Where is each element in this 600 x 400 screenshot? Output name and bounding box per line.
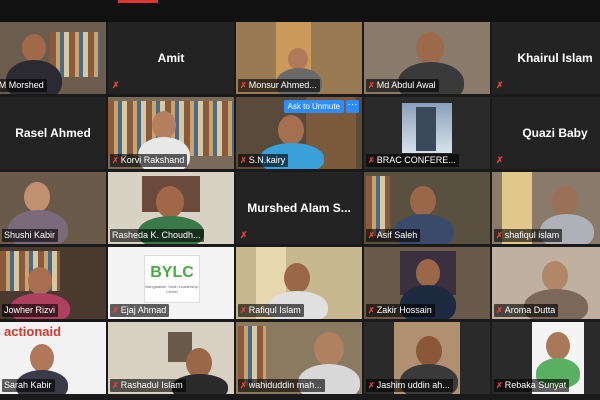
participant-tile[interactable]: Jowher Rizvi [0,247,106,319]
participant-tile[interactable]: ✗AM Morshed [0,22,106,94]
muted-mic-icon: ✗ [368,306,375,315]
participant-name-label: ✗ Korvi Rakshand [110,154,188,167]
participant-tile[interactable]: Quazi Baby ✗ [492,97,600,169]
participant-tile[interactable]: Amit ✗ [108,22,234,94]
participant-name-label: Jowher Rizvi [2,304,59,317]
participant-tile[interactable]: ✗ Zakir Hossain [364,247,490,319]
participant-name-label: ✗ Asif Saleh [366,229,421,242]
participant-name-label: ✗ Zakir Hossain [366,304,435,317]
more-options-button[interactable]: ··· [346,100,359,113]
participant-tile[interactable]: ✗ Rashadul Islam [108,322,234,394]
participant-name-label: Rasheda K. Choudh... [110,229,204,242]
muted-mic-icon: ✗ [240,156,247,165]
muted-mic-icon: ✗ [496,231,503,240]
participant-tile[interactable]: BYLC Bangladesh Youth Leadership Center … [108,247,234,319]
participant-name-label: ✗ wahiduddin mah... [238,379,325,392]
participant-name-label: ✗AM Morshed [0,79,47,92]
participant-tile[interactable]: Rasel Ahmed [0,97,106,169]
participant-tile[interactable]: ✗ BRAC CONFERE... [364,97,490,169]
ask-to-unmute-button[interactable]: Ask to Unmute [283,100,344,113]
muted-mic-icon: ✗ [112,156,119,165]
participant-name: Rasel Ahmed [15,126,91,140]
participant-tile[interactable]: Khairul Islam ✗ [492,22,600,94]
muted-mic-icon: ✗ [112,80,120,90]
muted-mic-icon: ✗ [496,80,504,90]
actionaid-logo: actionaid [4,324,62,339]
muted-mic-icon: ✗ [496,155,504,165]
participant-name-label: ✗ Rashadul Islam [110,379,186,392]
participant-tile[interactable]: ✗ shafiqul islam [492,172,600,244]
top-strip [0,0,600,22]
participant-name-label: ✗ Ejaj Ahmad [110,304,170,317]
participant-name-label: ✗ Rebaka Sunyat [494,379,570,392]
participant-tile[interactable]: Ask to Unmute ··· ✗ S.N.kairy [236,97,362,169]
participant-tile[interactable]: ✗ Md Abdul Awal [364,22,490,94]
muted-mic-icon: ✗ [240,230,248,240]
participant-name-label: ✗ Monsur Ahmed... [238,79,320,92]
participant-name-label: ✗ Md Abdul Awal [366,79,439,92]
participant-tile[interactable]: actionaid Sarah Kabir [0,322,106,394]
top-indicator [118,0,158,3]
gallery-grid: ✗AM Morshed Amit ✗ ✗Monsur Ahmed... ✗Md … [0,22,600,400]
participant-name-label: ✗ shafiqul islam [494,229,563,242]
muted-mic-icon: ✗ [368,231,375,240]
participant-name-label: ✗ BRAC CONFERE... [366,154,459,167]
muted-mic-icon: ✗ [240,381,247,390]
participant-name-label: ✗ S.N.kairy [238,154,289,167]
participant-tile[interactable]: Murshed Alam S... ✗ [236,172,362,244]
muted-mic-icon: ✗ [240,306,247,315]
participant-name-label: Shushi Kabir [2,229,59,242]
participant-tile[interactable]: Shushi Kabir [0,172,106,244]
muted-mic-icon: ✗ [368,81,375,90]
participant-name-label: ✗ Aroma Dutta [494,304,559,317]
muted-mic-icon: ✗ [112,306,119,315]
participant-tile[interactable]: ✗ Rebaka Sunyat [492,322,600,394]
participant-name-label: Sarah Kabir [2,379,55,392]
participant-tile[interactable]: ✗ Rafiqul Islam [236,247,362,319]
participant-tile[interactable]: ✗ Korvi Rakshand [108,97,234,169]
muted-mic-icon: ✗ [368,156,375,165]
participant-tile[interactable]: ✗ Asif Saleh [364,172,490,244]
participant-name-label: ✗ Rafiqul Islam [238,304,304,317]
participant-name: Khairul Islam [517,51,593,65]
muted-mic-icon: ✗ [240,81,247,90]
participant-tile[interactable]: ✗ wahiduddin mah... [236,322,362,394]
bylc-logo: BYLC Bangladesh Youth Leadership Center [144,255,200,303]
muted-mic-icon: ✗ [496,306,503,315]
participant-tile[interactable]: ✗ Monsur Ahmed... [236,22,362,94]
participant-tile[interactable]: ✗ Jashim uddin ah... [364,322,490,394]
participant-name-label: ✗ Jashim uddin ah... [366,379,453,392]
participant-tile-active-speaker[interactable]: Rasheda K. Choudh... [108,172,234,244]
muted-mic-icon: ✗ [112,381,119,390]
participant-tile[interactable]: ✗ Aroma Dutta [492,247,600,319]
muted-mic-icon: ✗ [368,381,375,390]
participant-name: Amit [157,51,185,65]
muted-mic-icon: ✗ [496,381,503,390]
participant-name: Quazi Baby [522,126,588,140]
participant-name: Murshed Alam S... [247,201,351,215]
